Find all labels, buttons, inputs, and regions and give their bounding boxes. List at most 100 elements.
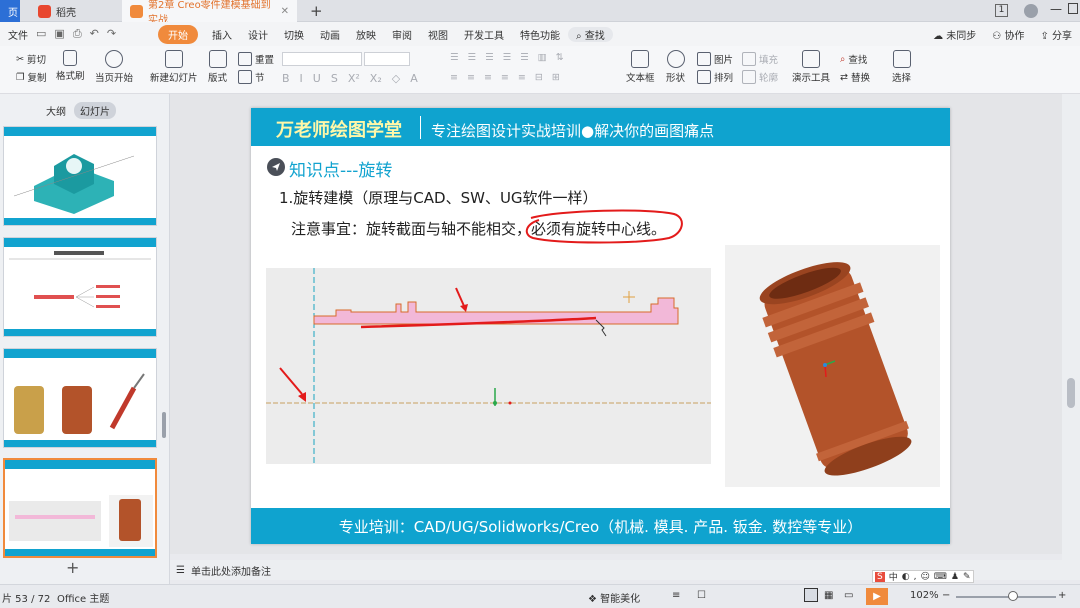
font-color-icon[interactable]: A: [410, 72, 418, 85]
redo-icon[interactable]: ↷: [107, 27, 116, 41]
outdent-icon[interactable]: ☰: [503, 52, 512, 63]
scroll-thumb[interactable]: [1067, 378, 1075, 408]
menu-view[interactable]: 视图: [420, 27, 456, 42]
slide-thumbnail-selected[interactable]: [3, 458, 157, 558]
subscript-icon[interactable]: X₂: [370, 72, 382, 85]
textbox-button[interactable]: 文本框: [626, 50, 655, 84]
underline-icon[interactable]: U: [313, 72, 321, 85]
outline-button[interactable]: 轮廓: [742, 70, 778, 84]
zoom-level[interactable]: 102%: [910, 590, 939, 601]
arrange-button[interactable]: 排列: [697, 70, 733, 84]
beautify-button[interactable]: ❖ 智能美化: [588, 590, 640, 605]
comments-icon[interactable]: ☐: [697, 590, 706, 601]
play-slideshow-button[interactable]: ▶: [866, 588, 888, 605]
font-family-select[interactable]: [282, 52, 362, 66]
fill-button[interactable]: 填充: [742, 52, 778, 66]
menu-review[interactable]: 审阅: [384, 27, 420, 42]
share-button[interactable]: ⇪ 分享: [1032, 27, 1080, 42]
sync-button[interactable]: ☁ 未同步: [925, 27, 984, 42]
menu-developer[interactable]: 开发工具: [456, 27, 512, 42]
new-slide-button[interactable]: 新建幻灯片: [150, 50, 198, 84]
collaborate-button[interactable]: ⚇ 协作: [984, 27, 1032, 42]
slides-tab[interactable]: 幻灯片: [74, 102, 116, 119]
zoom-in-icon[interactable]: +: [1058, 590, 1066, 601]
align-right-icon[interactable]: ≡: [484, 72, 492, 83]
slide-thumbnail[interactable]: [3, 126, 157, 226]
slide-counter: 片 53 / 72: [2, 594, 51, 605]
save-icon[interactable]: ▣: [54, 27, 64, 41]
numbering-icon[interactable]: ☰: [468, 52, 477, 63]
strike-icon[interactable]: S: [331, 72, 338, 85]
eraser-icon[interactable]: ◇: [392, 72, 400, 85]
font-size-select[interactable]: [364, 52, 410, 66]
panel-scrollbar[interactable]: [162, 412, 166, 438]
format-painter-button[interactable]: 格式刷: [56, 50, 85, 82]
reading-view-icon[interactable]: ▭: [844, 590, 853, 601]
distribute-icon[interactable]: ≡: [518, 72, 526, 83]
undo-icon[interactable]: ↶: [90, 27, 99, 41]
zoom-out-icon[interactable]: −: [942, 590, 950, 601]
slide-thumbnail[interactable]: [3, 348, 157, 448]
replace-button[interactable]: ⇄ 替换: [840, 70, 870, 85]
menu-animation[interactable]: 动画: [312, 27, 348, 42]
indent-icon[interactable]: ☰: [485, 52, 494, 63]
align-center-icon[interactable]: ≡: [467, 72, 475, 83]
ime-toolbar[interactable]: S 中 ◐, ☺ ⌨ ♟ ✎: [872, 570, 974, 583]
add-slide-button[interactable]: +: [66, 558, 79, 577]
bold-icon[interactable]: B: [282, 72, 290, 85]
text-align-icon[interactable]: ⊟: [535, 72, 543, 83]
search-box[interactable]: ⌕ 查找: [568, 26, 613, 42]
moon-icon: ◐: [901, 571, 910, 582]
menu-transition[interactable]: 切换: [276, 27, 312, 42]
play-from-current-button[interactable]: 当页开始: [95, 50, 133, 84]
zoom-slider[interactable]: [956, 596, 1056, 598]
section-title: 知识点---旋转: [289, 161, 393, 181]
avatar[interactable]: [1024, 4, 1038, 18]
reset-button[interactable]: 重置: [238, 52, 274, 66]
bullets-icon[interactable]: ☰: [450, 52, 459, 63]
line-spacing-icon[interactable]: ☰: [520, 52, 529, 63]
smartart-icon[interactable]: ⊞: [552, 72, 560, 83]
window-count-badge[interactable]: 1: [995, 4, 1008, 17]
direction-icon[interactable]: ⇅: [556, 52, 564, 63]
columns-icon[interactable]: ▥: [538, 52, 547, 63]
print-icon[interactable]: ⎙: [73, 27, 82, 41]
menu-insert[interactable]: 插入: [204, 27, 240, 42]
close-icon[interactable]: ✕: [281, 6, 289, 17]
find-button[interactable]: ⌕ 查找: [840, 52, 867, 67]
shapes-button[interactable]: 形状: [666, 50, 685, 84]
align-left-icon[interactable]: ≡: [450, 72, 458, 83]
new-tab-button[interactable]: +: [302, 0, 331, 22]
thumb-mindmap: [9, 251, 151, 308]
presenter-tools-button[interactable]: 演示工具: [792, 50, 830, 84]
tab-document[interactable]: 第2章 Creo零件建模基础到实战 ✕: [122, 0, 297, 26]
menu-slideshow[interactable]: 放映: [348, 27, 384, 42]
menu-design[interactable]: 设计: [240, 27, 276, 42]
zoom-slider-handle[interactable]: [1008, 591, 1018, 601]
sorter-view-icon[interactable]: ▦: [824, 590, 833, 601]
tab-home[interactable]: 页: [0, 0, 20, 22]
normal-view-icon[interactable]: [804, 588, 818, 602]
play-label: 当页开始: [95, 73, 134, 84]
minimize-icon[interactable]: —: [1050, 2, 1062, 16]
cut-button[interactable]: ✂ 剪切: [16, 52, 46, 67]
select-button[interactable]: 选择: [892, 50, 911, 84]
justify-icon[interactable]: ≡: [501, 72, 509, 83]
outline-tab[interactable]: 大纲: [40, 102, 72, 119]
menu-features[interactable]: 特色功能: [512, 27, 568, 42]
superscript-icon[interactable]: X²: [348, 72, 360, 85]
menu-file[interactable]: 文件: [0, 27, 36, 42]
tab-docer[interactable]: 稻壳: [30, 0, 115, 22]
theme-name[interactable]: Office 主题: [57, 590, 109, 605]
canvas-scrollbar[interactable]: [1062, 94, 1080, 580]
notes-toggle-icon[interactable]: ≡: [672, 590, 680, 601]
section-button[interactable]: 节: [238, 70, 265, 84]
menu-start[interactable]: 开始: [158, 24, 198, 44]
italic-icon[interactable]: I: [300, 72, 303, 85]
picture-button[interactable]: 图片: [697, 52, 733, 66]
slide-thumbnail[interactable]: [3, 237, 157, 337]
layout-button[interactable]: 版式: [208, 50, 227, 84]
folder-icon[interactable]: ▭: [36, 27, 46, 41]
copy-button[interactable]: ❐ 复制: [16, 70, 47, 85]
maximize-icon[interactable]: [1068, 3, 1078, 14]
